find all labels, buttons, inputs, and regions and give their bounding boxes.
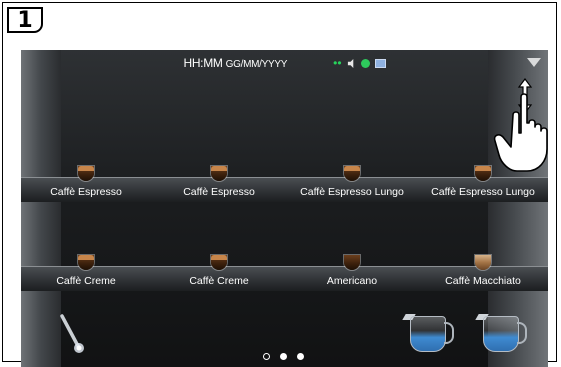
clock-date: GG/MM/YYYY [225,59,288,70]
step-number-badge: 1 [7,7,43,33]
double-espresso-cup-icon [209,164,229,182]
beverage-tile[interactable]: Americano [287,233,417,291]
espresso-lungo-cup-icon [342,164,362,182]
double-espresso-lungo-cup-icon [473,164,493,182]
espresso-cup-icon [76,164,96,182]
beverage-label: Caffè Creme [56,275,116,287]
creme-cup-icon [76,253,96,271]
beverage-label: Caffè Macchiato [445,275,521,287]
status-bar: HH:MM GG/MM/YYYY •• [21,50,548,76]
beverage-label: Caffè Espresso [183,186,255,198]
beverage-label: Caffè Espresso Lungo [431,186,535,198]
beverage-label: Caffè Espresso [50,186,122,198]
beverage-shelf-1: Caffè Espresso Caffè Espresso Caffè Espr… [21,144,548,202]
page-dot[interactable] [280,353,287,360]
left-side-panel [21,50,61,367]
clock-time: HH:MM [183,56,223,70]
finger-tap-icon [493,78,548,172]
beverage-tile[interactable]: Caffè Espresso [154,144,284,202]
double-creme-cup-icon [209,253,229,271]
milk-foam-jug-icon[interactable] [475,312,527,354]
beverage-label: Caffè Espresso Lungo [300,186,404,198]
speaker-icon [347,58,353,68]
wifi-icon: •• [333,56,342,70]
beverage-tile[interactable]: Caffè Creme [21,233,151,291]
status-icons: •• [333,56,386,70]
beverage-tile[interactable]: Caffè Espresso [21,144,151,202]
beverage-tile[interactable]: Caffè Creme [154,233,284,291]
page-dot[interactable] [297,353,304,360]
beverage-label: Caffè Creme [189,275,249,287]
beverage-tile[interactable]: Caffè Espresso Lungo [287,144,417,202]
macchiato-glass-icon [473,253,493,271]
display-icon [374,58,386,68]
americano-cup-icon [342,253,362,271]
menu-pulldown-icon[interactable] [527,58,541,67]
page-dot[interactable] [263,353,270,360]
beverage-label: Americano [326,275,378,287]
hot-water-wand-icon[interactable] [56,312,86,356]
milk-jug-icon[interactable] [402,312,454,354]
page-indicator [263,353,304,360]
clock: HH:MM GG/MM/YYYY [183,56,287,70]
machine-display: HH:MM GG/MM/YYYY •• Caffè Espresso Caffè… [21,50,548,367]
status-ok-icon [360,58,370,68]
beverage-shelf-2: Caffè Creme Caffè Creme Americano Caffè … [21,233,548,291]
instruction-frame: 1 HH:MM GG/MM/YYYY •• Caffè Espresso Caf… [2,2,557,367]
beverage-tile[interactable]: Caffè Macchiato [418,233,548,291]
